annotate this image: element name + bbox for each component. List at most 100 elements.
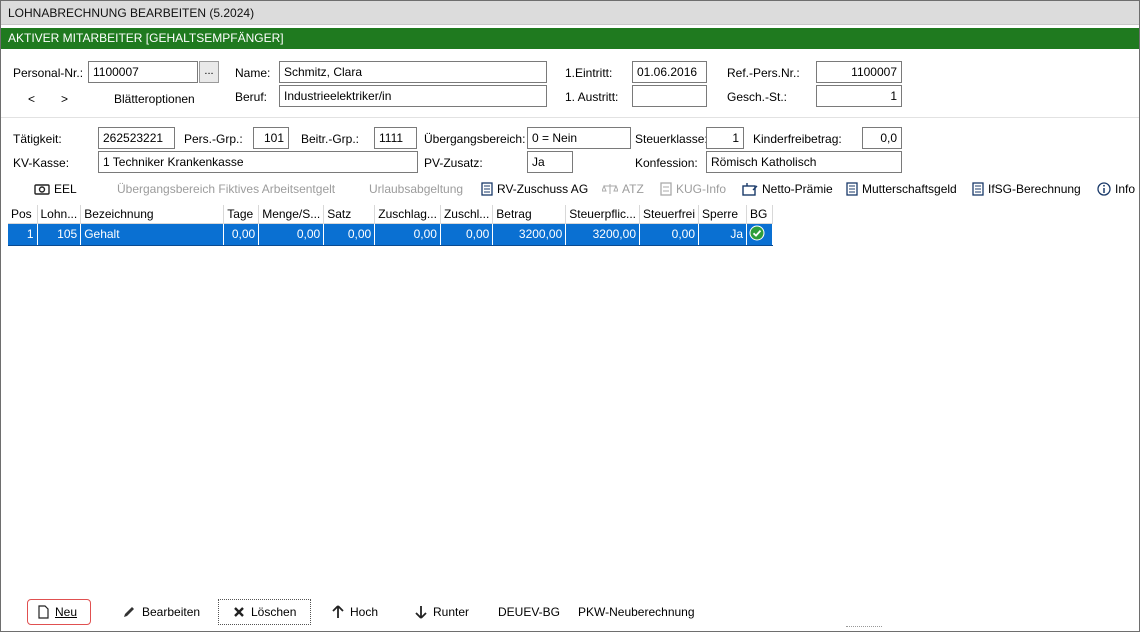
atz-button[interactable]: ATZ [602, 179, 644, 199]
table-header-row: Pos Lohn... Bezeichnung Tage Menge/S... … [8, 205, 774, 224]
info-label: Info [1115, 182, 1136, 196]
employee-status-text: AKTIVER MITARBEITER [GEHALTSEMPFÄNGER] [8, 31, 284, 45]
browse-employee-button[interactable]: ... [199, 61, 219, 83]
payroll-window: LOHNABRECHNUNG BEARBEITEN (5.2024) AKTIV… [0, 0, 1140, 632]
check-circle-icon [749, 225, 765, 240]
column-header-bezeichnung[interactable]: Bezeichnung [80, 205, 225, 224]
cell-betrag: 3200,00 [492, 222, 567, 246]
document-icon [972, 182, 984, 196]
cell-steuerfrei: 0,00 [639, 222, 700, 246]
personal-nr-field[interactable]: 1100007 [88, 61, 198, 83]
column-header-bg[interactable]: BG [746, 205, 774, 224]
bearbeiten-button[interactable]: Bearbeiten [122, 599, 200, 625]
column-header-steuerfrei[interactable]: Steuerfrei [639, 205, 700, 224]
employee-status-bar: AKTIVER MITARBEITER [GEHALTSEMPFÄNGER] [1, 28, 1139, 49]
column-header-betrag[interactable]: Betrag [492, 205, 567, 224]
atz-label: ATZ [622, 182, 644, 196]
austritt-label: 1. Austritt: [565, 90, 619, 104]
cell-lohnart: 105 [37, 222, 82, 246]
pkw-neuberechnung-button[interactable]: PKW-Neuberechnung [578, 599, 695, 625]
neu-label: Neu [55, 605, 78, 619]
arrow-down-icon [415, 606, 427, 619]
arrow-up-icon [332, 605, 344, 618]
konfession-field[interactable]: Römisch Katholisch [706, 151, 902, 173]
delete-x-icon [234, 607, 244, 617]
info-button[interactable]: Info [1097, 179, 1135, 199]
column-header-menge[interactable]: Menge/S... [258, 205, 325, 224]
mutterschaftsgeld-button[interactable]: Mutterschaftsgeld [846, 179, 957, 199]
personal-nr-label: Personal-Nr.: [13, 66, 84, 80]
taetigkeit-label: Tätigkeit: [13, 132, 62, 146]
uebergangsbereich-field[interactable]: 0 = Nein [527, 127, 631, 149]
column-header-sperre[interactable]: Sperre [698, 205, 748, 224]
taetigkeit-field[interactable]: 262523221 [98, 127, 175, 149]
scale-icon [602, 184, 618, 194]
eel-button[interactable]: EEL [34, 179, 77, 199]
name-field[interactable]: Schmitz, Clara [279, 61, 547, 83]
prev-employee-button[interactable]: < [28, 92, 35, 106]
deuev-bg-button[interactable]: DEUEV-BG [498, 599, 560, 625]
cell-pos: 1 [8, 222, 38, 246]
wage-items-table: Pos Lohn... Bezeichnung Tage Menge/S... … [8, 205, 774, 246]
pers-grp-field[interactable]: 101 [253, 127, 289, 149]
document-icon [846, 182, 858, 196]
info-icon [1097, 182, 1111, 196]
uebergang-fiktiv-label: Übergangsbereich Fiktives Arbeitsentgelt [117, 182, 336, 196]
cell-tage: 0,00 [223, 222, 260, 246]
ref-pers-nr-field[interactable]: 1100007 [816, 61, 902, 83]
eintritt-label: 1.Eintritt: [565, 66, 613, 80]
column-header-pos[interactable]: Pos [8, 205, 38, 224]
hoch-button[interactable]: Hoch [332, 599, 378, 625]
kv-kasse-label: KV-Kasse: [13, 156, 70, 170]
kug-info-label: KUG-Info [676, 182, 727, 196]
rv-zuschuss-button[interactable]: RV-Zuschuss AG [481, 179, 588, 199]
hoch-label: Hoch [350, 605, 379, 619]
urlaubsabgeltung-label: Urlaubsabgeltung [369, 182, 464, 196]
eintritt-field[interactable]: 01.06.2016 [632, 61, 707, 83]
gesch-st-field[interactable]: 1 [816, 85, 902, 107]
new-document-icon [38, 605, 49, 619]
kinderfreibetrag-label: Kinderfreibetrag: [753, 132, 842, 146]
page-options-button[interactable]: Blätteroptionen [114, 92, 195, 106]
pkw-neuberechnung-label: PKW-Neuberechnung [578, 605, 695, 619]
beruf-field[interactable]: Industrieelektriker/in [279, 85, 547, 107]
column-header-zuschlag[interactable]: Zuschlag... [374, 205, 441, 224]
steuerklasse-field[interactable]: 1 [706, 127, 744, 149]
next-employee-button[interactable]: > [61, 92, 68, 106]
cell-menge: 0,00 [258, 222, 325, 246]
kv-kasse-field[interactable]: 1 Techniker Krankenkasse [98, 151, 418, 173]
uebergangsbereich-label: Übergangsbereich: [424, 132, 526, 146]
loeschen-button[interactable]: Löschen [218, 599, 311, 625]
kinderfreibetrag-field[interactable]: 0,0 [862, 127, 902, 149]
table-row[interactable]: 1 105 Gehalt 0,00 0,00 0,00 0,00 0,00 32… [8, 222, 774, 246]
camera-icon [34, 184, 50, 195]
beruf-label: Beruf: [235, 90, 268, 104]
column-header-tage[interactable]: Tage [223, 205, 260, 224]
resize-grip[interactable] [846, 626, 882, 628]
netto-praemie-button[interactable]: Netto-Prämie [742, 179, 833, 199]
column-header-zuschl[interactable]: Zuschl... [440, 205, 494, 224]
uebergang-fiktiv-button[interactable]: Übergangsbereich Fiktives Arbeitsentgelt [117, 179, 335, 199]
ifsg-berechnung-button[interactable]: IfSG-Berechnung [972, 179, 1081, 199]
rv-zuschuss-label: RV-Zuschuss AG [497, 182, 589, 196]
gesch-st-label: Gesch.-St.: [727, 90, 788, 104]
austritt-field[interactable] [632, 85, 707, 107]
kug-info-button[interactable]: KUG-Info [660, 179, 726, 199]
beitr-grp-field[interactable]: 1111 [374, 127, 417, 149]
urlaubsabgeltung-button[interactable]: Urlaubsabgeltung [369, 179, 463, 199]
ref-pers-nr-label: Ref.-Pers.Nr.: [727, 66, 800, 80]
cell-bezeichnung: Gehalt [80, 222, 225, 246]
neu-button[interactable]: Neu [27, 599, 91, 625]
runter-button[interactable]: Runter [415, 599, 469, 625]
pv-zusatz-field[interactable]: Ja [527, 151, 573, 173]
column-header-steuerpflichtig[interactable]: Steuerpflic... [565, 205, 640, 224]
beitr-grp-label: Beitr.-Grp.: [301, 132, 360, 146]
cell-satz: 0,00 [323, 222, 376, 246]
bearbeiten-label: Bearbeiten [142, 605, 201, 619]
konfession-label: Konfession: [635, 156, 698, 170]
column-header-lohnart[interactable]: Lohn... [37, 205, 82, 224]
cell-zuschl: 0,00 [440, 222, 494, 246]
column-header-satz[interactable]: Satz [323, 205, 376, 224]
pv-zusatz-label: PV-Zusatz: [424, 156, 483, 170]
cell-bg [746, 222, 774, 246]
